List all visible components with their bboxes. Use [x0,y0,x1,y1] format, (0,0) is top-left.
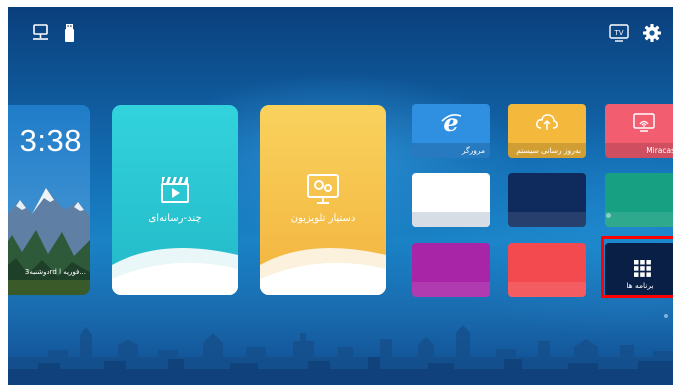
tile-label [605,212,673,227]
tv-assistant-card[interactable]: دستیار تلویزیون [260,105,386,295]
system-update-label: به‌روز رسانی سیستم [508,143,586,158]
clock-widget[interactable]: 3:38 دوشنبه3rd فوریه ا... [8,105,90,295]
decor-dot [606,213,611,218]
clock-time: 3:38 [19,123,82,158]
clapperboard-icon [161,177,189,203]
miracast-label: Miracast [605,143,673,158]
tv-input-icon[interactable]: TV [608,22,630,44]
app-tile-white[interactable] [412,173,490,227]
tv-assistant-icon [307,174,339,204]
app-tile-navy[interactable] [508,173,586,227]
app-tile-purple[interactable] [412,243,490,297]
mountain-landscape-image [8,188,90,295]
tv-badge-text: TV [613,29,623,37]
usb-icon [60,22,82,44]
cloud-upload-icon [536,114,558,130]
tile-label [412,212,490,227]
app-tile-teal[interactable] [605,173,673,227]
multimedia-label: چند-رسانه‌ای [148,213,202,224]
card-wave [112,247,238,295]
clock-date: دوشنبه3rd فوریه ا... [24,268,86,276]
tv-home-screen: TV 3:38 [8,7,673,385]
city-skyline [8,325,673,385]
card-wave [260,247,386,295]
settings-gear-icon[interactable] [641,22,663,44]
browser-label: مرورگر [412,143,490,158]
multimedia-card[interactable]: چند-رسانه‌ای [112,105,238,295]
svg-text:e: e [443,110,458,134]
selection-highlight [601,236,673,298]
app-tile-red[interactable] [508,243,586,297]
miracast-tile[interactable]: Miracast [605,104,673,158]
cast-icon [633,113,655,132]
browser-tile[interactable]: e مرورگر [412,104,490,158]
status-bar: TV [8,7,673,57]
tile-label [508,212,586,227]
tv-assistant-label: دستیار تلویزیون [290,213,356,224]
network-icon [30,22,52,44]
browser-e-icon: e [441,110,462,134]
system-update-tile[interactable]: به‌روز رسانی سیستم [508,104,586,158]
